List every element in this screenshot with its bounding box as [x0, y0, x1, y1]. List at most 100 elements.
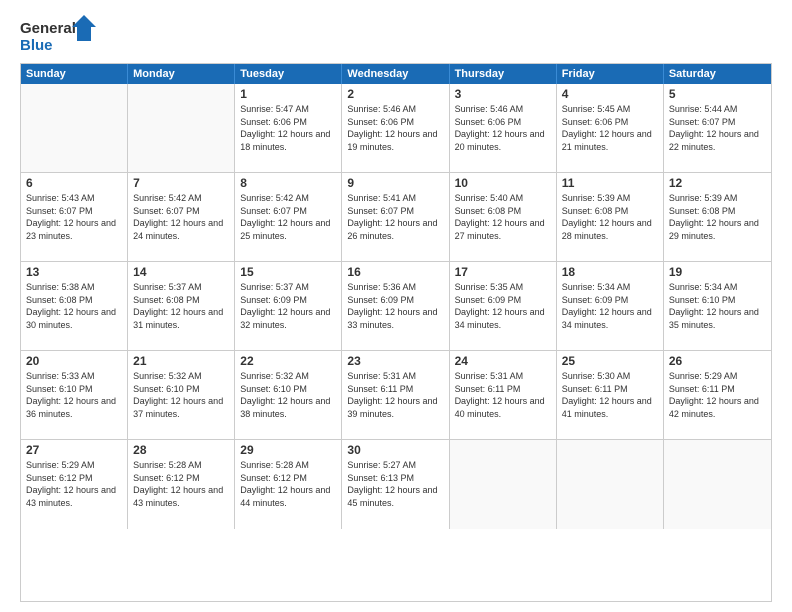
calendar-header: SundayMondayTuesdayWednesdayThursdayFrid…: [21, 64, 771, 84]
svg-text:General: General: [20, 20, 76, 37]
calendar-cell: 17 Sunrise: 5:35 AM Sunset: 6:09 PM Dayli…: [450, 262, 557, 350]
calendar-cell: 20 Sunrise: 5:33 AM Sunset: 6:10 PM Dayli…: [21, 351, 128, 439]
cell-info: Sunrise: 5:34 AM Sunset: 6:09 PM Dayligh…: [562, 281, 658, 331]
calendar-cell: 15 Sunrise: 5:37 AM Sunset: 6:09 PM Dayli…: [235, 262, 342, 350]
calendar-cell: 8 Sunrise: 5:42 AM Sunset: 6:07 PM Daylig…: [235, 173, 342, 261]
weekday-header-wednesday: Wednesday: [342, 64, 449, 84]
calendar-cell: 23 Sunrise: 5:31 AM Sunset: 6:11 PM Dayli…: [342, 351, 449, 439]
day-number: 27: [26, 443, 122, 457]
day-number: 28: [133, 443, 229, 457]
cell-info: Sunrise: 5:28 AM Sunset: 6:12 PM Dayligh…: [240, 459, 336, 509]
calendar-cell: 30Sunrise: 5:27 AM Sunset: 6:13 PM Dayli…: [342, 440, 449, 529]
day-number: 11: [562, 176, 658, 190]
day-number: 10: [455, 176, 551, 190]
day-number: 22: [240, 354, 336, 368]
weekday-header-sunday: Sunday: [21, 64, 128, 84]
cell-info: Sunrise: 5:41 AM Sunset: 6:07 PM Dayligh…: [347, 192, 443, 242]
cell-info: Sunrise: 5:45 AM Sunset: 6:06 PM Dayligh…: [562, 103, 658, 153]
calendar-cell: 3Sunrise: 5:46 AM Sunset: 6:06 PM Daylig…: [450, 84, 557, 172]
day-number: 19: [669, 265, 766, 279]
cell-info: Sunrise: 5:40 AM Sunset: 6:08 PM Dayligh…: [455, 192, 551, 242]
calendar-cell: 9 Sunrise: 5:41 AM Sunset: 6:07 PM Daylig…: [342, 173, 449, 261]
cell-info: Sunrise: 5:47 AM Sunset: 6:06 PM Dayligh…: [240, 103, 336, 153]
logo: General Blue: [20, 15, 100, 55]
calendar-cell: 11 Sunrise: 5:39 AM Sunset: 6:08 PM Dayli…: [557, 173, 664, 261]
page: General Blue SundayMondayTuesdayWednesda…: [0, 0, 792, 612]
cell-info: Sunrise: 5:34 AM Sunset: 6:10 PM Dayligh…: [669, 281, 766, 331]
day-number: 17: [455, 265, 551, 279]
cell-info: Sunrise: 5:35 AM Sunset: 6:09 PM Dayligh…: [455, 281, 551, 331]
weekday-header-monday: Monday: [128, 64, 235, 84]
svg-text:Blue: Blue: [20, 37, 53, 54]
calendar-cell: 29 Sunrise: 5:28 AM Sunset: 6:12 PM Dayli…: [235, 440, 342, 529]
cell-info: Sunrise: 5:30 AM Sunset: 6:11 PM Dayligh…: [562, 370, 658, 420]
cell-info: Sunrise: 5:42 AM Sunset: 6:07 PM Dayligh…: [133, 192, 229, 242]
cell-info: Sunrise: 5:29 AM Sunset: 6:11 PM Dayligh…: [669, 370, 766, 420]
day-number: 23: [347, 354, 443, 368]
cell-info: Sunrise: 5:32 AM Sunset: 6:10 PM Dayligh…: [240, 370, 336, 420]
cell-info: Sunrise: 5:37 AM Sunset: 6:09 PM Dayligh…: [240, 281, 336, 331]
calendar-cell: 28 Sunrise: 5:28 AM Sunset: 6:12 PM Dayli…: [128, 440, 235, 529]
day-number: 6: [26, 176, 122, 190]
calendar-row-3: 13 Sunrise: 5:38 AM Sunset: 6:08 PM Dayli…: [21, 262, 771, 351]
cell-info: Sunrise: 5:44 AM Sunset: 6:07 PM Dayligh…: [669, 103, 766, 153]
cell-info: Sunrise: 5:42 AM Sunset: 6:07 PM Dayligh…: [240, 192, 336, 242]
calendar-cell: [21, 84, 128, 172]
day-number: 5: [669, 87, 766, 101]
day-number: 1: [240, 87, 336, 101]
calendar-cell: 19 Sunrise: 5:34 AM Sunset: 6:10 PM Dayli…: [664, 262, 771, 350]
weekday-header-friday: Friday: [557, 64, 664, 84]
cell-info: Sunrise: 5:46 AM Sunset: 6:06 PM Dayligh…: [347, 103, 443, 153]
calendar-cell: 6 Sunrise: 5:43 AM Sunset: 6:07 PM Daylig…: [21, 173, 128, 261]
day-number: 9: [347, 176, 443, 190]
calendar-cell: [664, 440, 771, 529]
day-number: 26: [669, 354, 766, 368]
calendar-cell: [557, 440, 664, 529]
cell-info: Sunrise: 5:39 AM Sunset: 6:08 PM Dayligh…: [669, 192, 766, 242]
weekday-header-saturday: Saturday: [664, 64, 771, 84]
day-number: 16: [347, 265, 443, 279]
day-number: 13: [26, 265, 122, 279]
cell-info: Sunrise: 5:38 AM Sunset: 6:08 PM Dayligh…: [26, 281, 122, 331]
calendar: SundayMondayTuesdayWednesdayThursdayFrid…: [20, 63, 772, 602]
calendar-cell: [128, 84, 235, 172]
calendar-row-5: 27Sunrise: 5:29 AM Sunset: 6:12 PM Dayli…: [21, 440, 771, 529]
calendar-cell: 25Sunrise: 5:30 AM Sunset: 6:11 PM Dayli…: [557, 351, 664, 439]
cell-info: Sunrise: 5:36 AM Sunset: 6:09 PM Dayligh…: [347, 281, 443, 331]
calendar-cell: 4 Sunrise: 5:45 AM Sunset: 6:06 PM Daylig…: [557, 84, 664, 172]
day-number: 12: [669, 176, 766, 190]
day-number: 7: [133, 176, 229, 190]
calendar-row-4: 20 Sunrise: 5:33 AM Sunset: 6:10 PM Dayli…: [21, 351, 771, 440]
day-number: 21: [133, 354, 229, 368]
calendar-cell: 16 Sunrise: 5:36 AM Sunset: 6:09 PM Dayli…: [342, 262, 449, 350]
cell-info: Sunrise: 5:46 AM Sunset: 6:06 PM Dayligh…: [455, 103, 551, 153]
calendar-cell: 13 Sunrise: 5:38 AM Sunset: 6:08 PM Dayli…: [21, 262, 128, 350]
day-number: 2: [347, 87, 443, 101]
calendar-cell: 10 Sunrise: 5:40 AM Sunset: 6:08 PM Dayli…: [450, 173, 557, 261]
day-number: 14: [133, 265, 229, 279]
calendar-cell: 1 Sunrise: 5:47 AM Sunset: 6:06 PM Daylig…: [235, 84, 342, 172]
day-number: 29: [240, 443, 336, 457]
day-number: 20: [26, 354, 122, 368]
cell-info: Sunrise: 5:31 AM Sunset: 6:11 PM Dayligh…: [455, 370, 551, 420]
day-number: 24: [455, 354, 551, 368]
cell-info: Sunrise: 5:33 AM Sunset: 6:10 PM Dayligh…: [26, 370, 122, 420]
calendar-cell: [450, 440, 557, 529]
logo-svg: General Blue: [20, 15, 100, 55]
cell-info: Sunrise: 5:31 AM Sunset: 6:11 PM Dayligh…: [347, 370, 443, 420]
calendar-cell: 14Sunrise: 5:37 AM Sunset: 6:08 PM Dayli…: [128, 262, 235, 350]
cell-info: Sunrise: 5:32 AM Sunset: 6:10 PM Dayligh…: [133, 370, 229, 420]
calendar-body: 1 Sunrise: 5:47 AM Sunset: 6:06 PM Daylig…: [21, 84, 771, 529]
calendar-cell: 24 Sunrise: 5:31 AM Sunset: 6:11 PM Dayli…: [450, 351, 557, 439]
cell-info: Sunrise: 5:28 AM Sunset: 6:12 PM Dayligh…: [133, 459, 229, 509]
day-number: 18: [562, 265, 658, 279]
day-number: 4: [562, 87, 658, 101]
calendar-cell: 12 Sunrise: 5:39 AM Sunset: 6:08 PM Dayli…: [664, 173, 771, 261]
day-number: 15: [240, 265, 336, 279]
calendar-cell: 27Sunrise: 5:29 AM Sunset: 6:12 PM Dayli…: [21, 440, 128, 529]
calendar-cell: 2 Sunrise: 5:46 AM Sunset: 6:06 PM Daylig…: [342, 84, 449, 172]
day-number: 8: [240, 176, 336, 190]
cell-info: Sunrise: 5:39 AM Sunset: 6:08 PM Dayligh…: [562, 192, 658, 242]
calendar-cell: 18 Sunrise: 5:34 AM Sunset: 6:09 PM Dayli…: [557, 262, 664, 350]
cell-info: Sunrise: 5:43 AM Sunset: 6:07 PM Dayligh…: [26, 192, 122, 242]
